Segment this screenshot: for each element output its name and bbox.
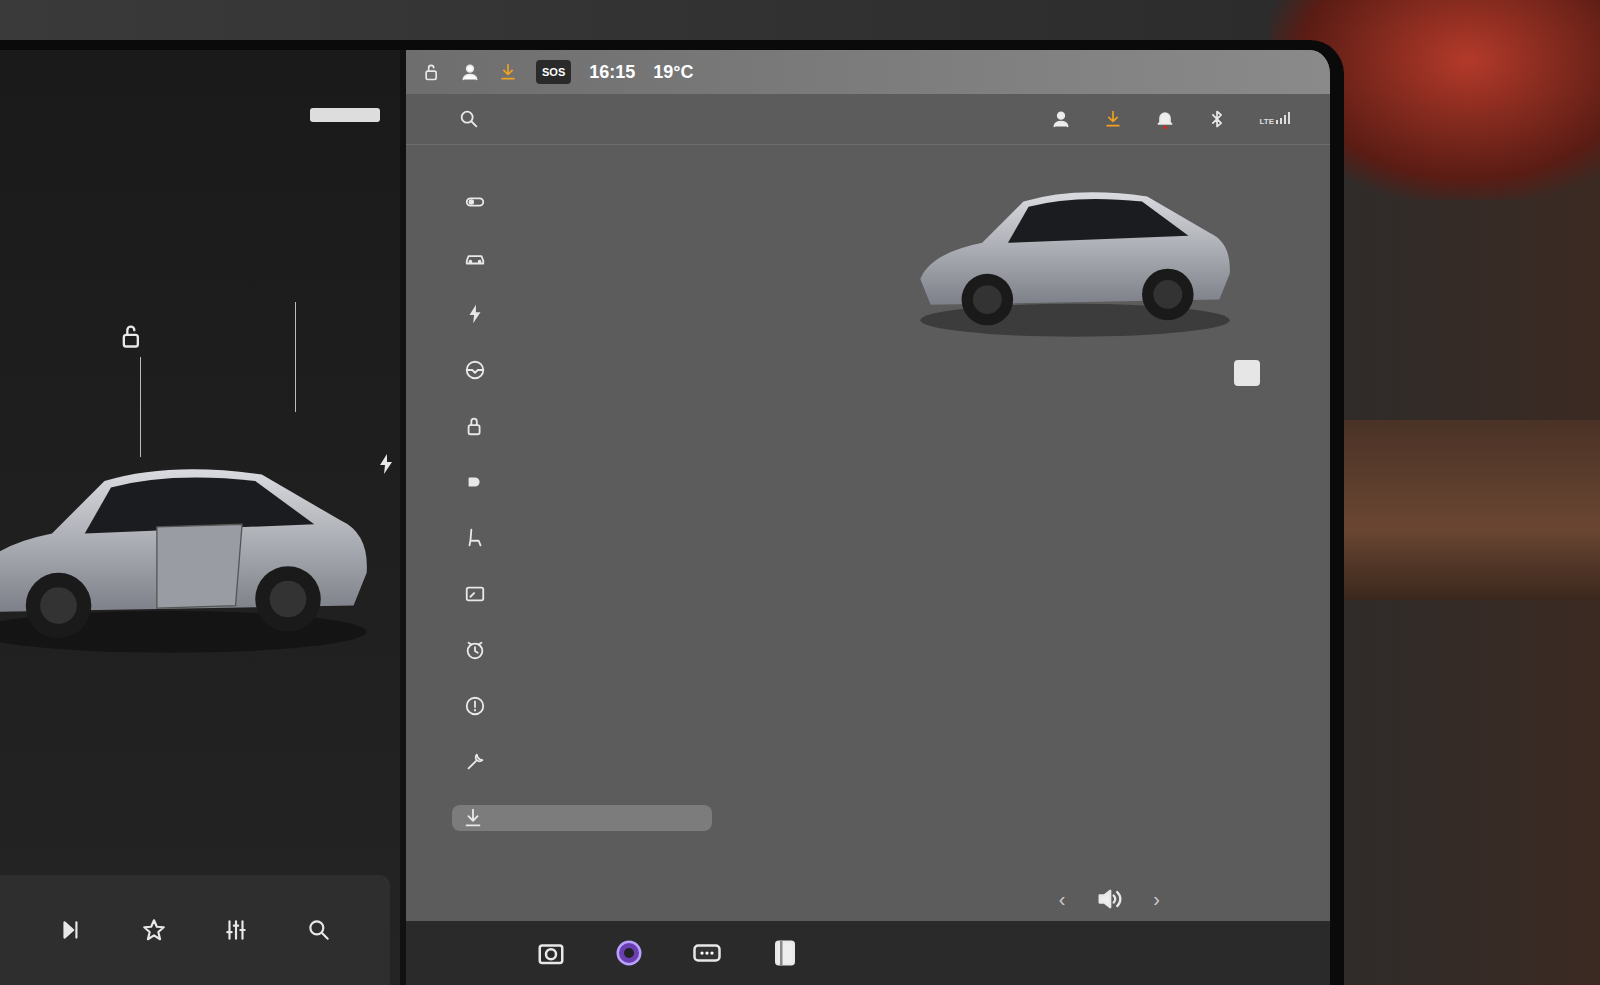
- media-search-icon[interactable]: [306, 917, 332, 943]
- favorite-star-icon[interactable]: [141, 917, 167, 943]
- settings-menu-item[interactable]: [462, 693, 488, 719]
- volume-control: ‹›: [406, 885, 1330, 921]
- car-render-image: [910, 155, 1240, 345]
- app-dock: [406, 921, 1330, 985]
- settings-menu-item[interactable]: [462, 749, 488, 775]
- controls-icon: [464, 191, 486, 213]
- clock: 16:15: [589, 62, 635, 83]
- temperature: 19°C: [653, 62, 693, 83]
- toggle-box[interactable]: [1234, 360, 1260, 386]
- display-screen: SOS16:1519°CLTE‹›: [0, 40, 1344, 985]
- dashcam-app-icon[interactable]: [614, 938, 644, 968]
- software-icon: [462, 807, 484, 829]
- settings-menu-item[interactable]: [462, 357, 488, 383]
- settings-header: LTE: [406, 94, 1330, 145]
- notes-app-icon[interactable]: [770, 938, 800, 968]
- bluetooth-icon[interactable]: [1207, 109, 1227, 129]
- locks-icon: [464, 415, 486, 437]
- safety-icon: [464, 695, 486, 717]
- volume-up-button[interactable]: ›: [1153, 888, 1160, 911]
- settings-body: [406, 145, 1330, 885]
- charge-port-icon[interactable]: [374, 452, 398, 476]
- volume-down-button[interactable]: ‹: [1059, 888, 1066, 911]
- photo-background: SOS16:1519°CLTE‹›: [0, 0, 1600, 985]
- unlock-icon[interactable]: [118, 322, 146, 350]
- download-icon[interactable]: [1103, 109, 1123, 129]
- more-apps-icon[interactable]: [692, 938, 722, 968]
- notification-bell-icon[interactable]: [1155, 109, 1175, 129]
- next-track-icon[interactable]: [58, 917, 84, 943]
- settings-menu-item[interactable]: [462, 301, 488, 327]
- service-icon: [464, 751, 486, 773]
- settings-menu-item[interactable]: [462, 189, 488, 215]
- signal-bars-icon: [1276, 112, 1290, 126]
- volume-icon[interactable]: [1095, 885, 1123, 913]
- charging-icon: [464, 303, 486, 325]
- car-icon: [464, 247, 486, 269]
- car-panel: [0, 50, 406, 985]
- settings-panel: SOS16:1519°CLTE‹›: [406, 50, 1330, 985]
- left-top-bar: [0, 50, 400, 122]
- display-icon: [464, 583, 486, 605]
- sos-badge[interactable]: SOS: [536, 60, 571, 84]
- schedule-icon: [464, 639, 486, 661]
- car-render-image: [0, 422, 380, 662]
- settings-menu-item[interactable]: [462, 469, 488, 495]
- settings-menu-item[interactable]: [462, 245, 488, 271]
- network-indicator: LTE: [1259, 112, 1290, 126]
- autopilot-icon: [464, 359, 486, 381]
- search-icon[interactable]: [458, 108, 480, 130]
- status-bar: SOS 16:15 19°C: [406, 50, 1330, 94]
- download-icon[interactable]: [498, 62, 518, 82]
- settings-menu-item[interactable]: [462, 581, 488, 607]
- settings-content: [612, 145, 1330, 885]
- profile-icon[interactable]: [460, 62, 480, 82]
- car-view: [0, 122, 400, 875]
- settings-menu-item[interactable]: [462, 413, 488, 439]
- battery-indicator: [310, 108, 380, 122]
- settings-menu: [406, 145, 612, 885]
- equalizer-icon[interactable]: [223, 917, 249, 943]
- settings-menu-item[interactable]: [462, 637, 488, 663]
- lock-status-icon[interactable]: [422, 62, 442, 82]
- settings-menu-item[interactable]: [452, 805, 712, 831]
- camera-app-icon[interactable]: [536, 938, 566, 968]
- settings-menu-item[interactable]: [462, 525, 488, 551]
- media-bar: [0, 875, 390, 985]
- lock-pin-line: [140, 357, 141, 457]
- lights-icon: [464, 471, 486, 493]
- network-label: LTE: [1259, 117, 1274, 126]
- profile-icon[interactable]: [1051, 109, 1071, 129]
- trunk-pin-line: [295, 302, 296, 412]
- seat-icon: [464, 527, 486, 549]
- header-icons: LTE: [1051, 109, 1290, 129]
